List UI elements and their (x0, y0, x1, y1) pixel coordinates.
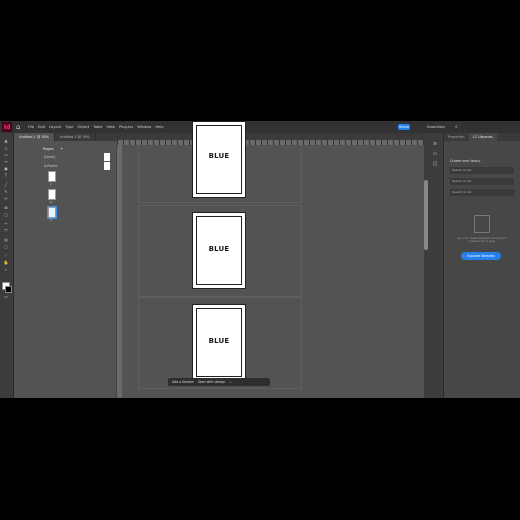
direct-selection-tool-icon[interactable]: △ (3, 146, 9, 150)
more-icon[interactable]: ⋯ (229, 380, 232, 384)
menu-type[interactable]: Type (65, 125, 73, 129)
gap-tool-icon[interactable]: ↔ (3, 160, 9, 164)
tools-panel: ▲ △ ▭ ↔ ▣ T ╱ ✎ ✏ ⊠ □ ✂ ⤧ ▤ ▢ ⟋ ✋ ⌕ ▭ (0, 133, 14, 398)
library-row[interactable]: Search in Lib (450, 167, 514, 174)
pencil-tool-icon[interactable]: ✏ (3, 197, 9, 201)
page-thumb[interactable] (48, 171, 56, 182)
tab-properties[interactable]: Properties (444, 133, 469, 141)
panel-icon-strip: ≡ ▭ ◫ (428, 133, 444, 398)
menu-file[interactable]: File (28, 125, 34, 129)
vertical-ruler[interactable] (117, 145, 122, 398)
type-tool-icon[interactable]: T (3, 174, 9, 178)
page-number: 3 (50, 218, 52, 222)
menu-edit[interactable]: Edit (38, 125, 45, 129)
add-section-button[interactable]: Add a Section (172, 380, 194, 384)
page-number: 2 (50, 200, 52, 204)
document-page-3[interactable]: BLUE (192, 304, 246, 381)
library-empty-text: Use your assets anywhere across your Cre… (457, 237, 507, 243)
indesign-app: Id ⌂ File Edit Layout Type Object Table … (0, 121, 520, 398)
workspace-switcher[interactable]: Essentials (427, 125, 445, 129)
master-a-parent-thumb[interactable] (104, 162, 110, 170)
master-none[interactable]: [None] (44, 155, 55, 159)
tab-cc-libraries[interactable]: CC Libraries (468, 133, 497, 141)
menu-help[interactable]: Help (155, 125, 163, 129)
start-with-design-button[interactable]: Start with design (198, 380, 225, 384)
hand-tool-icon[interactable]: ✋ (3, 261, 9, 265)
page-text[interactable]: BLUE (193, 337, 245, 345)
pen-tool-icon[interactable]: ✎ (3, 190, 9, 194)
search-icon[interactable]: ⌕ (455, 124, 461, 130)
stroke-swatch[interactable] (5, 286, 12, 293)
content-collector-icon[interactable]: ▣ (3, 167, 9, 171)
page-thumb[interactable] (48, 189, 56, 200)
page-tool-icon[interactable]: ▭ (3, 153, 9, 157)
star-icon: ✦ (60, 146, 64, 151)
zoom-tool-icon[interactable]: ⌕ (3, 268, 9, 272)
page-text[interactable]: BLUE (193, 152, 245, 160)
master-none-thumb[interactable] (104, 153, 110, 161)
home-icon[interactable]: ⌂ (16, 123, 24, 131)
create-new-library-link[interactable]: Create new library (450, 159, 480, 163)
explore-libraries-button[interactable]: Explore libraries (461, 252, 501, 260)
tab-document-2[interactable]: Untitled-2 @ 76% (55, 133, 96, 141)
page-number: 1 (50, 182, 52, 186)
pages-icon[interactable]: ▭ (431, 151, 439, 157)
share-button[interactable]: Share (398, 124, 410, 130)
selection-tool-icon[interactable]: ▲ (3, 139, 9, 143)
pages-panel-title: Pages (43, 147, 54, 151)
scissors-tool-icon[interactable]: ✂ (3, 222, 9, 226)
line-tool-icon[interactable]: ╱ (3, 183, 9, 187)
app-logo: Id (2, 122, 12, 132)
menu-plugins[interactable]: Plug-ins (119, 125, 133, 129)
master-a-parent[interactable]: A-Parent (44, 164, 57, 168)
note-tool-icon[interactable]: ▢ (3, 245, 9, 249)
menu-view[interactable]: View (106, 125, 115, 129)
document-page-2[interactable]: BLUE (192, 212, 246, 289)
libraries-tabs: Properties CC Libraries (444, 133, 520, 141)
rectangle-tool-icon[interactable]: □ (3, 213, 9, 217)
tab-document-1[interactable]: Untitled-1 @ 30% (14, 133, 55, 141)
menu-table[interactable]: Table (93, 125, 102, 129)
screen-mode-icon[interactable]: ▭ (3, 295, 9, 299)
cc-libraries-panel: Properties CC Libraries Create new libra… (444, 133, 520, 398)
contextual-task-bar: Add a Section Start with design ⋯ (168, 378, 270, 386)
library-row[interactable]: Search in Lib (450, 178, 514, 185)
properties-icon[interactable]: ≡ (431, 141, 439, 147)
menu-bar: Id ⌂ File Edit Layout Type Object Table … (0, 121, 520, 133)
menu-window[interactable]: Window (137, 125, 151, 129)
document-page-1[interactable]: BLUE (192, 121, 246, 198)
page-text[interactable]: BLUE (193, 245, 245, 253)
menu-layout[interactable]: Layout (49, 125, 61, 129)
library-illustration-icon (474, 215, 490, 233)
page-thumb-selected[interactable] (47, 206, 57, 219)
layers-icon[interactable]: ◫ (431, 161, 439, 167)
rectangle-frame-tool-icon[interactable]: ⊠ (3, 206, 9, 210)
free-transform-tool-icon[interactable]: ⤧ (3, 229, 9, 233)
eyedropper-tool-icon[interactable]: ⟋ (3, 254, 9, 258)
menu-object[interactable]: Object (77, 125, 89, 129)
library-row[interactable]: Search in Lib (450, 189, 514, 196)
pages-panel: Pages ✦ [None] A-Parent 1 2 3 (40, 145, 117, 398)
gradient-tool-icon[interactable]: ▤ (3, 238, 9, 242)
